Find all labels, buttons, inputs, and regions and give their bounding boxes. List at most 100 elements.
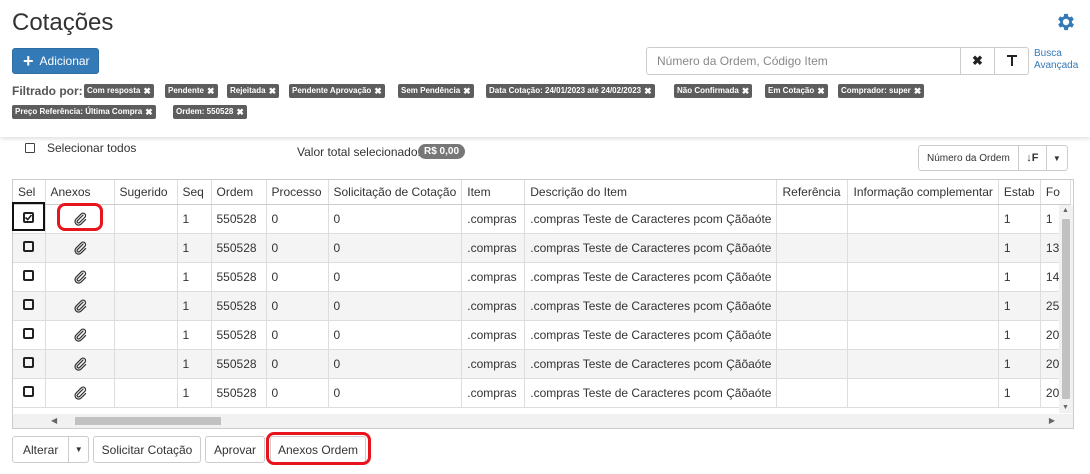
remove-chip-icon[interactable]: ✖ <box>914 84 922 98</box>
attachments-cell[interactable] <box>45 204 115 234</box>
item-cell: .compras <box>461 320 526 350</box>
scroll-left-icon[interactable]: ◀ <box>51 416 57 425</box>
column-header[interactable]: Descrição do Item <box>524 180 778 205</box>
search-input[interactable] <box>647 48 960 74</box>
sort-dropdown-caret[interactable]: ▼ <box>1047 146 1067 170</box>
table-row[interactable]: 1 550528 0 0 .compras .compras Teste de Carac… <box>13 378 1071 408</box>
sort-direction-icon[interactable]: ↓F <box>1019 146 1047 170</box>
table-row[interactable]: 1 550528 0 0 .compras .compras Teste de Carac… <box>13 233 1071 263</box>
paperclip-icon[interactable] <box>73 328 87 342</box>
row-select-cell[interactable] <box>13 378 46 408</box>
remove-chip-icon[interactable]: ✖ <box>145 105 153 119</box>
row-select-cell[interactable] <box>13 320 46 350</box>
attachments-cell[interactable] <box>45 349 115 379</box>
remove-chip-icon[interactable]: ✖ <box>236 105 244 119</box>
paperclip-icon[interactable] <box>73 299 87 313</box>
table-row[interactable]: 1 550528 0 0 .compras .compras Teste de Carac… <box>13 204 1071 234</box>
sort-field-button[interactable]: Número da Ordem <box>919 146 1019 170</box>
clear-search-button[interactable]: ✖ <box>960 48 994 74</box>
row-checkbox[interactable] <box>23 327 35 339</box>
table-row[interactable]: 1 550528 0 0 .compras .compras Teste de Carac… <box>13 349 1071 379</box>
row-checkbox[interactable] <box>23 240 35 252</box>
table-row[interactable]: 1 550528 0 0 .compras .compras Teste de Carac… <box>13 262 1071 292</box>
row-checkbox[interactable] <box>23 356 35 368</box>
solicitar-cotacao-button[interactable]: Solicitar Cotação <box>93 436 201 463</box>
ordem-cell: 550528 <box>211 320 267 350</box>
row-select-cell[interactable] <box>13 233 46 263</box>
attachments-cell[interactable] <box>45 262 115 292</box>
suggested-cell <box>114 349 178 379</box>
row-checkbox[interactable] <box>23 211 35 223</box>
advanced-search-link[interactable]: Busca Avançada <box>1034 48 1082 72</box>
paperclip-icon[interactable] <box>73 270 87 284</box>
column-header[interactable]: Seq <box>177 180 212 205</box>
paperclip-icon[interactable] <box>73 357 87 371</box>
table-header-row: Sel Anexos Sugerido Seq Ordem Processo S… <box>13 180 1071 205</box>
column-header[interactable]: Informação complementar <box>847 180 999 205</box>
horizontal-scrollbar[interactable]: ◀ ▶ <box>13 414 1073 428</box>
aprovar-button[interactable]: Aprovar <box>205 436 265 463</box>
suggested-cell <box>114 204 178 234</box>
remove-chip-icon[interactable]: ✖ <box>644 84 652 98</box>
alterar-caret-icon[interactable]: ▼ <box>69 445 88 454</box>
column-header[interactable]: Item <box>461 180 526 205</box>
filter-chip: Com resposta ✖ <box>84 84 154 98</box>
column-header[interactable]: Processo <box>266 180 329 205</box>
attachments-cell[interactable] <box>45 378 115 408</box>
remove-chip-icon[interactable]: ✖ <box>817 84 825 98</box>
descricao-cell: .compras Teste de Caracteres pcom Çãõaót… <box>524 233 778 263</box>
select-all[interactable]: Selecionar todos <box>25 141 136 155</box>
column-header[interactable]: Anexos <box>45 180 115 205</box>
scroll-right-icon[interactable]: ▶ <box>1049 416 1055 425</box>
alterar-button[interactable]: Alterar <box>13 437 70 462</box>
paperclip-icon[interactable] <box>73 386 87 400</box>
table-row[interactable]: 1 550528 0 0 .compras .compras Teste de Carac… <box>13 320 1071 350</box>
remove-chip-icon[interactable]: ✖ <box>143 84 151 98</box>
scroll-up-icon[interactable]: ▲ <box>1062 207 1069 214</box>
seq-cell: 1 <box>177 349 212 379</box>
remove-chip-icon[interactable]: ✖ <box>742 84 750 98</box>
attachments-cell[interactable] <box>45 320 115 350</box>
filter-chip-label: Pendente <box>168 86 205 95</box>
horizontal-scroll-thumb[interactable] <box>75 417 221 425</box>
total-selected-label: Valor total selecionado: <box>297 145 421 159</box>
scroll-down-icon[interactable]: ▼ <box>1062 404 1069 411</box>
gear-icon[interactable] <box>1055 11 1077 33</box>
filter-button[interactable] <box>994 48 1028 74</box>
anexos-ordem-button[interactable]: Anexos Ordem <box>270 436 366 463</box>
remove-chip-icon[interactable]: ✖ <box>269 84 277 98</box>
paperclip-icon[interactable] <box>73 212 87 226</box>
column-header[interactable]: Sugerido <box>114 180 178 205</box>
attachments-cell[interactable] <box>45 291 115 321</box>
add-button[interactable]: + Adicionar <box>12 48 99 74</box>
remove-chip-icon[interactable]: ✖ <box>463 84 471 98</box>
row-select-cell[interactable] <box>13 262 46 292</box>
filter-chip: Data Cotação: 24/01/2023 até 24/02/2023 ✖ <box>486 84 655 98</box>
attachments-cell[interactable] <box>45 233 115 263</box>
row-checkbox[interactable] <box>23 385 35 397</box>
ordem-cell: 550528 <box>211 349 267 379</box>
column-header[interactable]: Fo <box>1040 180 1071 205</box>
column-header[interactable]: Sel <box>13 180 46 205</box>
seq-cell: 1 <box>177 204 212 234</box>
seq-cell: 1 <box>177 320 212 350</box>
remove-chip-icon[interactable]: ✖ <box>374 84 382 98</box>
filter-chip: Pendente ✖ <box>165 84 218 98</box>
column-header[interactable]: Ordem <box>211 180 267 205</box>
column-header[interactable]: Estab <box>998 180 1041 205</box>
descricao-cell: .compras Teste de Caracteres pcom Çãõaót… <box>524 349 778 379</box>
row-checkbox[interactable] <box>23 269 35 281</box>
column-header[interactable]: Referência <box>776 180 849 205</box>
select-all-checkbox[interactable] <box>25 143 35 153</box>
paperclip-icon[interactable] <box>73 241 87 255</box>
vertical-scroll-thumb[interactable] <box>1062 219 1070 399</box>
column-header[interactable]: Solicitação de Cotação <box>328 180 463 205</box>
row-checkbox[interactable] <box>23 298 35 310</box>
row-select-cell[interactable] <box>13 291 46 321</box>
filter-chip-label: Sem Pendência <box>401 86 461 95</box>
row-select-cell[interactable] <box>13 204 46 234</box>
table-row[interactable]: 1 550528 0 0 .compras .compras Teste de Carac… <box>13 291 1071 321</box>
vertical-scrollbar[interactable]: ▲ ▼ <box>1059 205 1073 413</box>
remove-chip-icon[interactable]: ✖ <box>207 84 215 98</box>
row-select-cell[interactable] <box>13 349 46 379</box>
